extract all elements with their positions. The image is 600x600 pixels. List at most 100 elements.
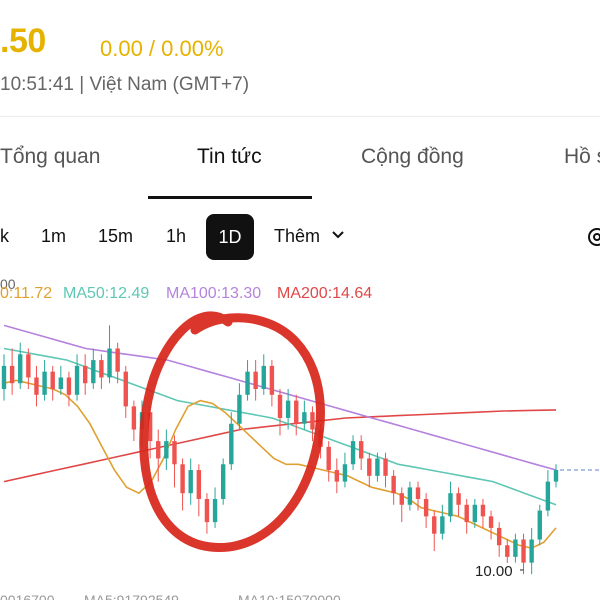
volume-ma5: MA5:91792549 — [84, 592, 179, 600]
candle — [74, 354, 80, 401]
candle — [172, 435, 177, 488]
candle-body — [358, 441, 364, 459]
candle-body — [196, 470, 202, 499]
candle-body — [277, 394, 283, 418]
candle-body — [115, 348, 120, 372]
candle — [310, 406, 315, 442]
candle-body — [261, 365, 266, 390]
candle — [220, 458, 226, 505]
candle — [553, 464, 559, 488]
candle-body — [537, 510, 542, 540]
candle — [358, 435, 364, 471]
candle-body — [334, 470, 340, 482]
candle-body — [529, 539, 534, 563]
tab-profile[interactable]: Hồ s — [564, 145, 600, 169]
candle-body — [553, 470, 559, 482]
chevron-down-icon[interactable] — [332, 231, 344, 239]
candlestick-chart[interactable] — [0, 300, 600, 590]
candle-body — [1, 365, 7, 390]
candle-body — [34, 377, 39, 395]
candle-body — [220, 464, 226, 499]
candle — [58, 365, 64, 395]
candle — [115, 342, 120, 384]
candle-body — [513, 539, 518, 557]
candle — [123, 365, 128, 418]
candle-body — [480, 504, 486, 517]
candle — [399, 487, 404, 523]
candle — [423, 493, 429, 528]
candle — [131, 400, 137, 442]
candle-body — [440, 516, 445, 534]
candle-body — [42, 371, 47, 395]
candle — [261, 354, 266, 395]
candle-body — [350, 441, 356, 465]
candle-body — [285, 400, 291, 418]
volume-value: 0016700 — [0, 592, 55, 600]
interval-more[interactable]: Thêm — [274, 226, 320, 247]
candle-body — [432, 516, 437, 534]
candle-body — [164, 441, 169, 459]
candle — [18, 342, 23, 390]
candle — [91, 348, 96, 390]
candle-body — [229, 423, 234, 465]
candle-body — [375, 458, 380, 476]
interval-1m[interactable]: 1m — [41, 226, 66, 247]
candle-body — [66, 377, 72, 395]
candle — [237, 383, 242, 430]
candle — [545, 470, 551, 517]
candle — [1, 354, 7, 401]
candle-body — [545, 481, 551, 511]
candle — [432, 510, 437, 552]
candle-body — [521, 539, 526, 563]
candle — [253, 360, 258, 401]
candle-body — [245, 371, 250, 395]
current-price: .50 — [0, 22, 46, 60]
candle — [82, 354, 88, 395]
candle-body — [269, 365, 275, 395]
candle-body — [26, 354, 31, 378]
candle-body — [212, 498, 218, 523]
tab-community[interactable]: Cộng đồng — [361, 145, 464, 169]
candle — [229, 412, 234, 471]
candle — [383, 452, 388, 488]
tab-news[interactable]: Tin tức — [197, 145, 262, 169]
candle-body — [172, 441, 177, 465]
candle-body — [99, 360, 104, 378]
candle-body — [18, 354, 23, 384]
settings-icon[interactable] — [586, 226, 600, 248]
candle-body — [188, 470, 193, 494]
candle — [496, 522, 502, 557]
candle — [66, 371, 72, 407]
candle — [537, 504, 542, 546]
candle — [180, 458, 185, 511]
candle — [521, 533, 526, 575]
candle-body — [50, 371, 55, 390]
interval-1d[interactable]: 1D — [206, 214, 254, 260]
candle — [513, 533, 518, 563]
candle — [391, 470, 396, 505]
candle-body — [342, 464, 348, 482]
candle-body — [399, 493, 404, 505]
tab-overview[interactable]: Tổng quan — [0, 145, 100, 169]
candle — [269, 360, 275, 407]
candle — [326, 441, 331, 482]
candle-body — [448, 493, 453, 517]
active-tab-indicator — [148, 196, 312, 199]
candle-body — [58, 377, 64, 390]
interval-15m[interactable]: 15m — [98, 226, 133, 247]
candle-body — [383, 458, 388, 476]
candle — [342, 452, 348, 488]
candle-body — [237, 394, 242, 424]
candle-body — [131, 406, 137, 430]
candle — [367, 452, 372, 488]
candle — [107, 325, 112, 384]
candle-body — [107, 348, 112, 378]
candle-body — [180, 464, 185, 494]
candle-body — [367, 458, 372, 476]
candle — [448, 481, 453, 523]
candle-body — [423, 498, 429, 517]
timestamp: 10:51:41 | Việt Nam (GMT+7) — [0, 74, 250, 95]
interval-partial[interactable]: k — [0, 226, 9, 247]
divider — [0, 116, 600, 117]
interval-1h[interactable]: 1h — [166, 226, 186, 247]
